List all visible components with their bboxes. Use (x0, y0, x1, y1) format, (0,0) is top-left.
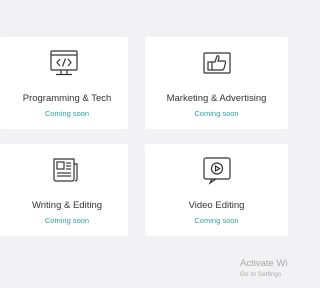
card-title: Marketing & Advertising (166, 93, 267, 104)
watermark-subtitle: Go to Settings (240, 271, 282, 278)
category-card-marketing-advertising[interactable]: Marketing & Advertising Coming soon (145, 37, 288, 129)
card-title: Programming & Tech (22, 93, 112, 104)
card-status: Coming soon (44, 109, 90, 118)
document-edit-icon (48, 154, 80, 186)
category-card-programming-tech[interactable]: Programming & Tech Coming soon (0, 37, 128, 129)
card-status: Coming soon (44, 216, 90, 225)
card-title: Video Editing (188, 200, 245, 211)
play-video-icon (201, 154, 233, 186)
card-status: Coming soon (194, 216, 239, 225)
thumbs-up-icon (201, 47, 233, 79)
card-title: Writing & Editing (31, 200, 103, 211)
card-status: Coming soon (194, 109, 239, 118)
activate-windows-watermark: Activate Wi Go to Settings (240, 258, 288, 279)
category-card-writing-editing[interactable]: Writing & Editing Coming soon (0, 144, 128, 236)
watermark-title: Activate Wi (240, 258, 288, 269)
monitor-code-icon (48, 47, 80, 79)
category-card-video-editing[interactable]: Video Editing Coming soon (145, 144, 288, 236)
